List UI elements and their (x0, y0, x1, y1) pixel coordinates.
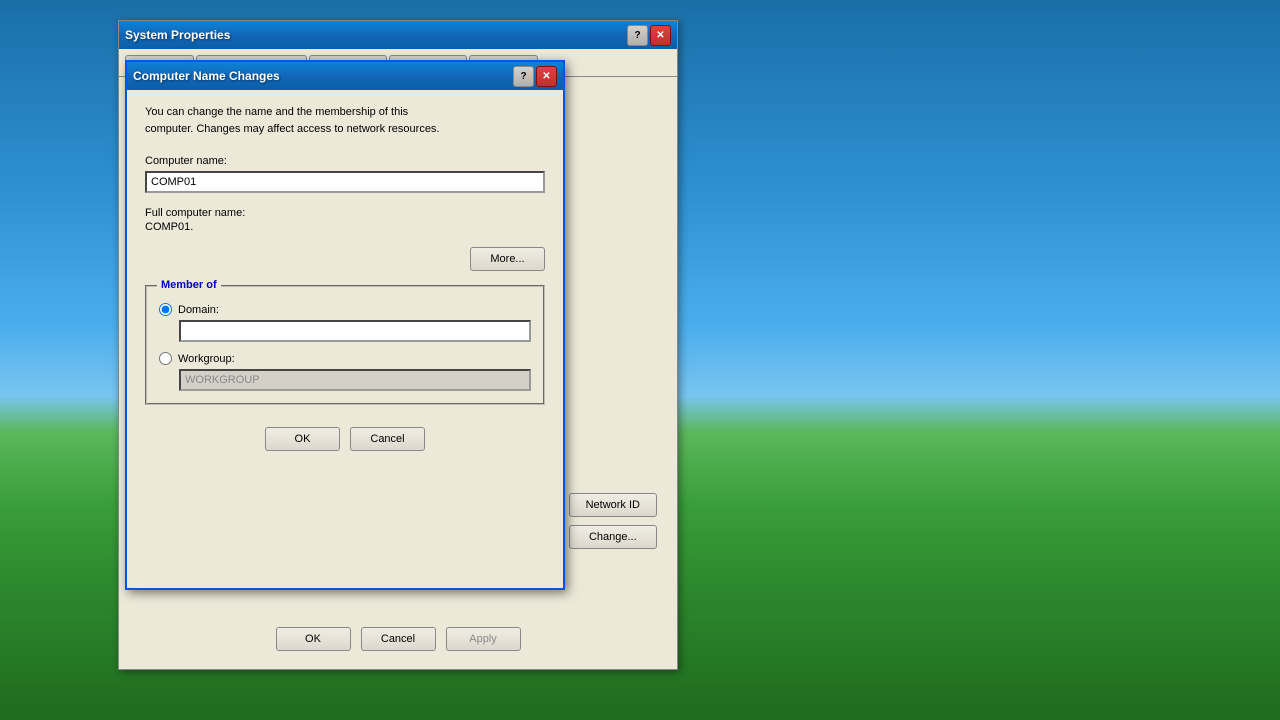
computer-name-field-group: Computer name: (145, 155, 545, 193)
domain-input-wrapper (159, 320, 531, 342)
dialog-body: You can change the name and the membersh… (127, 90, 563, 473)
full-computer-name-label: Full computer name: (145, 207, 545, 219)
dialog-title: Computer Name Changes (133, 69, 513, 83)
desktop: System Properties ? ✕ General Computer N… (0, 0, 1280, 720)
workgroup-radio[interactable] (159, 352, 172, 365)
domain-radio-row: Domain: (159, 303, 531, 316)
computer-name-input[interactable] (145, 171, 545, 193)
change-button[interactable]: Change... (569, 525, 657, 549)
network-id-button[interactable]: Network ID (569, 493, 657, 517)
dialog-titlebar[interactable]: Computer Name Changes ? ✕ (127, 62, 563, 90)
computer-name-label: Computer name: (145, 155, 545, 167)
dialog-controls: ? ✕ (513, 66, 557, 87)
more-button-row: More... (145, 247, 545, 271)
computer-name-changes-dialog: Computer Name Changes ? ✕ You can change… (125, 60, 565, 590)
workgroup-input-wrapper (159, 369, 531, 391)
dialog-footer: OK Cancel (145, 419, 545, 459)
system-props-help-button[interactable]: ? (627, 25, 648, 46)
member-of-section: Member of Domain: Workgroup: (145, 285, 545, 405)
sys-apply-button[interactable]: Apply (446, 627, 521, 651)
member-of-legend: Member of (157, 279, 221, 291)
domain-radio[interactable] (159, 303, 172, 316)
sys-cancel-button[interactable]: Cancel (361, 627, 436, 651)
system-props-title: System Properties (125, 28, 627, 42)
dialog-description: You can change the name and the membersh… (145, 104, 545, 137)
workgroup-label[interactable]: Workgroup: (178, 353, 235, 365)
dialog-cancel-button[interactable]: Cancel (350, 427, 425, 451)
sys-action-buttons: Network ID Change... (569, 493, 657, 549)
dialog-close-button[interactable]: ✕ (536, 66, 557, 87)
full-computer-name-section: Full computer name: COMP01. (145, 207, 545, 233)
domain-input[interactable] (179, 320, 531, 342)
sys-footer-buttons: OK Cancel Apply (119, 627, 677, 651)
workgroup-radio-row: Workgroup: (159, 352, 531, 365)
system-props-titlebar[interactable]: System Properties ? ✕ (119, 21, 677, 49)
more-button[interactable]: More... (470, 247, 545, 271)
system-props-controls: ? ✕ (627, 25, 671, 46)
full-computer-name-value: COMP01. (145, 221, 545, 233)
sys-ok-button[interactable]: OK (276, 627, 351, 651)
dialog-ok-button[interactable]: OK (265, 427, 340, 451)
workgroup-input[interactable] (179, 369, 531, 391)
dialog-help-button[interactable]: ? (513, 66, 534, 87)
domain-label[interactable]: Domain: (178, 304, 219, 316)
system-props-close-button[interactable]: ✕ (650, 25, 671, 46)
